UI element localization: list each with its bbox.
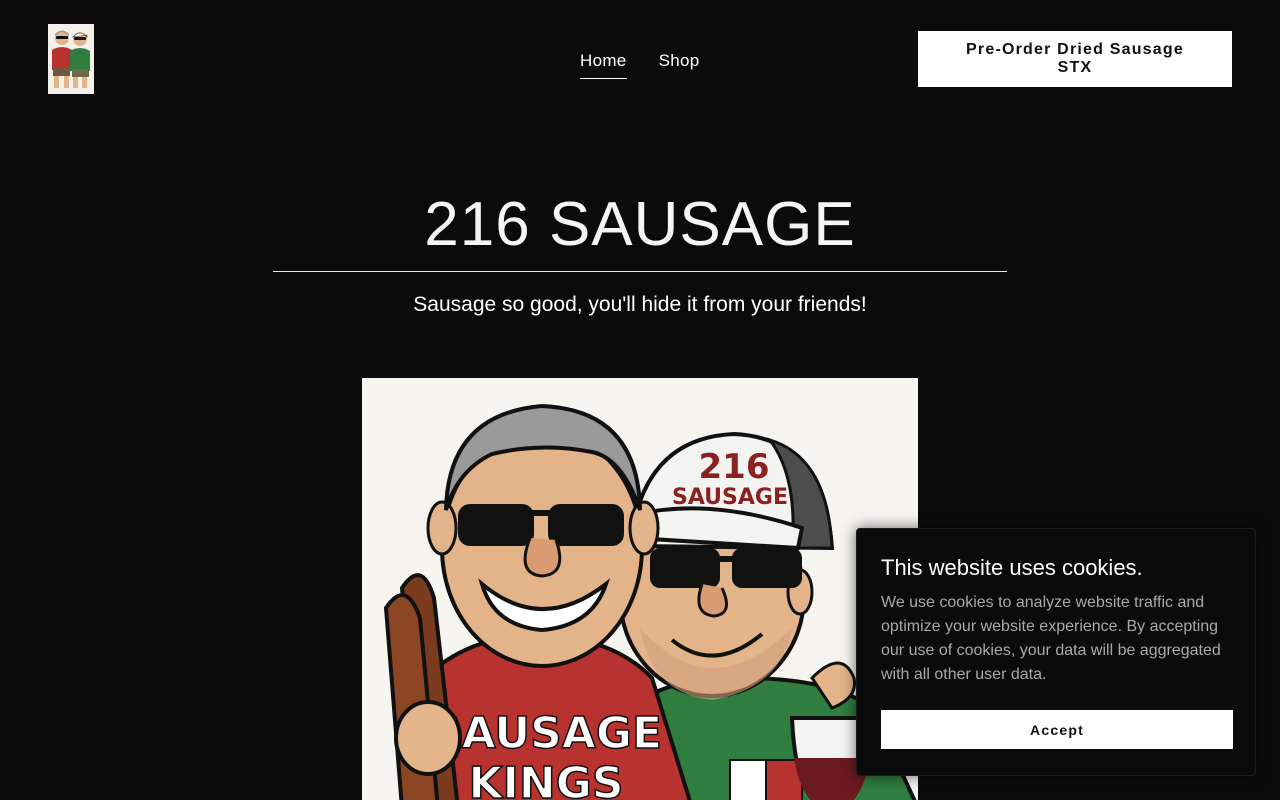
page: Home Shop Pre-Order Dried Sausage STX 21…	[0, 0, 1280, 800]
cookie-banner: This website uses cookies. We use cookie…	[856, 528, 1256, 776]
cookie-banner-body: We use cookies to analyze website traffi…	[881, 594, 1221, 683]
cookie-banner-title: This website uses cookies.	[881, 555, 1143, 580]
caricature-illustration-icon: 216 SAUSAGE SAUSAGE KINGS	[362, 378, 918, 800]
site-logo[interactable]	[48, 24, 94, 94]
caricature-logo-icon	[48, 24, 94, 94]
hero-tagline: Sausage so good, you'll hide it from you…	[413, 293, 867, 316]
preorder-button[interactable]: Pre-Order Dried Sausage STX	[918, 31, 1232, 87]
page-title: 216 SAUSAGE	[424, 190, 856, 259]
nav-item-home[interactable]: Home	[580, 52, 627, 79]
hero-image: 216 SAUSAGE SAUSAGE KINGS	[362, 378, 918, 800]
cap-text-line1: 216	[699, 447, 770, 487]
main-nav: Home Shop	[580, 52, 699, 79]
nav-item-shop[interactable]: Shop	[659, 52, 700, 79]
accept-cookies-button[interactable]: Accept	[881, 710, 1233, 749]
cap-text-line2: SAUSAGE	[672, 485, 788, 510]
shirt-text-line2: KINGS	[468, 758, 623, 800]
shirt-text-line1: SAUSAGE	[430, 708, 662, 759]
title-divider	[273, 271, 1007, 272]
